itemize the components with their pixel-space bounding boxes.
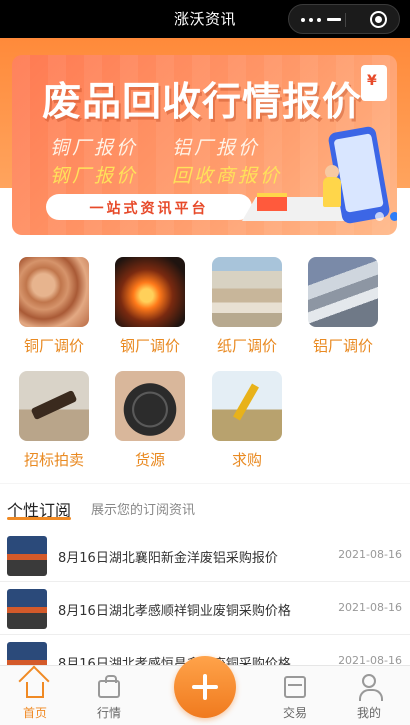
plastic-pellets-image [115, 371, 185, 441]
news-list-item[interactable]: 8月16日湖北襄阳新金洋废铝采购报价 2021-08-16 [0, 529, 410, 582]
user-icon [359, 674, 383, 701]
price-tag-icon [361, 65, 387, 101]
category-label: 纸厂调价 [216, 337, 277, 355]
excavator-image [212, 371, 282, 441]
news-thumbnail [7, 589, 47, 629]
tab-label: 行情 [96, 706, 121, 720]
category-label: 招标拍卖 [23, 451, 84, 469]
news-title: 8月16日湖北襄阳新金洋废铝采购报价 [58, 551, 278, 566]
capsule-divider [345, 13, 346, 27]
minimize-icon[interactable] [327, 18, 341, 21]
banner-carousel[interactable]: 废品回收行情报价 铜厂报价 铝厂报价 钢厂报价 回收商报价 一站式资讯平台 [12, 55, 397, 235]
tab-trade[interactable]: 交易 [260, 666, 330, 725]
shopping-bag-icon [98, 675, 120, 698]
tab-label: 交易 [282, 706, 307, 720]
news-list-item[interactable]: 8月16日湖北孝感顺祥铜业废铜采购价格 2021-08-16 [0, 582, 410, 635]
steel-furnace-image [115, 257, 185, 327]
carousel-dot[interactable] [375, 212, 384, 221]
subscription-hint: 展示您的订阅资讯 [91, 503, 196, 518]
category-label: 求购 [231, 451, 262, 469]
trade-icon [284, 676, 306, 698]
news-date: 2021-08-16 [338, 548, 402, 561]
gavel-image [19, 371, 89, 441]
tab-label: 首页 [22, 706, 47, 720]
banner-line-copper: 铜厂报价 [50, 137, 139, 159]
person-illustration-icon [323, 165, 341, 207]
tab-market[interactable]: 行情 [74, 666, 144, 725]
mini-program-capsule [288, 4, 400, 34]
tab-label: 我的 [356, 706, 381, 720]
banner-illustration-books [257, 193, 287, 211]
tab-mine[interactable]: 我的 [334, 666, 404, 725]
category-label: 铝厂调价 [312, 337, 373, 355]
banner-line-aluminum: 铝厂报价 [172, 137, 261, 159]
news-title: 8月16日湖北孝感顺祥铜业废铜采购价格 [58, 604, 291, 619]
aluminum-profiles-image [308, 257, 378, 327]
active-tab-indicator [7, 517, 71, 520]
more-icon[interactable] [301, 18, 325, 22]
banner-headline: 废品回收行情报价 [42, 80, 363, 125]
home-icon [26, 682, 44, 698]
plus-icon[interactable] [174, 656, 236, 718]
banner-line-recycler: 回收商报价 [172, 165, 283, 187]
copper-wire-image [19, 257, 89, 327]
category-label: 货源 [134, 451, 165, 469]
category-label: 铜厂调价 [23, 337, 84, 355]
carousel-dot-active[interactable] [390, 212, 397, 221]
paper-bales-image [212, 257, 282, 327]
news-date: 2021-08-16 [338, 601, 402, 614]
close-circle-icon[interactable] [370, 11, 387, 28]
top-navigation-bar: 涨沃资讯 [0, 0, 410, 38]
banner-slogan-pill: 一站式资讯平台 [46, 194, 252, 220]
news-thumbnail [7, 536, 47, 576]
tab-home[interactable]: 首页 [0, 666, 70, 725]
banner-slogan: 一站式资讯平台 [89, 201, 209, 217]
banner-line-steel: 钢厂报价 [50, 165, 139, 187]
category-label: 钢厂调价 [119, 337, 180, 355]
